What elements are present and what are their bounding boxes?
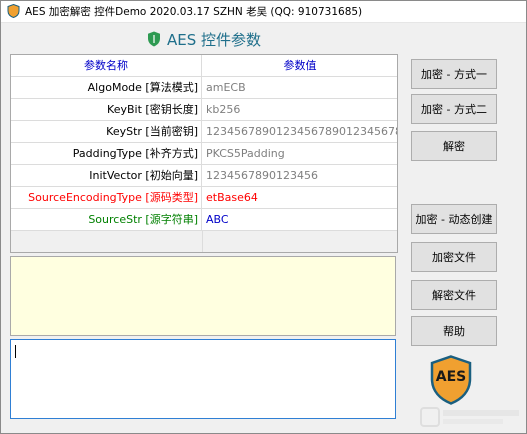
param-value[interactable]: kb256: [203, 99, 397, 120]
param-name: SourceStr [源字符串]: [11, 209, 202, 230]
panel-title: AES 控件参数: [147, 29, 261, 49]
encrypt-mode1-button[interactable]: 加密 - 方式一: [411, 59, 497, 89]
title-bar[interactable]: AES 加密解密 控件Demo 2020.03.17 SZHN 老吴 (QQ: …: [1, 1, 526, 23]
param-name: AlgoMode [算法模式]: [11, 77, 202, 98]
output-memo[interactable]: [10, 256, 396, 336]
help-button[interactable]: 帮助: [411, 316, 497, 346]
decrypt-file-button[interactable]: 解密文件: [411, 280, 497, 310]
grid-header-name: 参数名称: [11, 55, 202, 76]
grid-empty-row: [11, 231, 397, 252]
watermark-logo: [419, 405, 523, 431]
params-grid[interactable]: 参数名称 参数值 AlgoMode [算法模式] amECB KeyBit [密…: [10, 54, 398, 253]
param-value[interactable]: 1234567890123456: [203, 165, 397, 186]
param-value[interactable]: etBase64: [203, 187, 397, 208]
panel-title-text: AES 控件参数: [167, 30, 262, 49]
grid-row[interactable]: PaddingType [补齐方式] PKCS5Padding: [11, 143, 397, 165]
aes-logo-text: AES: [435, 369, 467, 385]
grid-header-row: 参数名称 参数值: [11, 55, 397, 77]
param-value[interactable]: ABC: [203, 209, 397, 230]
param-value[interactable]: amECB: [203, 77, 397, 98]
encrypt-file-button[interactable]: 加密文件: [411, 242, 497, 272]
encrypt-mode2-button[interactable]: 加密 - 方式二: [411, 94, 497, 124]
text-caret: [15, 345, 16, 358]
app-icon: [7, 4, 20, 18]
param-name: InitVector [初始向量]: [11, 165, 202, 186]
aes-logo: AES: [430, 355, 472, 405]
grid-row[interactable]: SourceStr [源字符串] ABC: [11, 209, 397, 231]
param-name: KeyStr [当前密钥]: [11, 121, 202, 142]
grid-row[interactable]: InitVector [初始向量] 1234567890123456: [11, 165, 397, 187]
input-edit[interactable]: [10, 339, 396, 419]
param-name: SourceEncodingType [源码类型]: [11, 187, 202, 208]
shield-icon: [148, 31, 160, 47]
main-window: AES 加密解密 控件Demo 2020.03.17 SZHN 老吴 (QQ: …: [0, 0, 527, 434]
grid-row[interactable]: KeyBit [密钥长度] kb256: [11, 99, 397, 121]
encrypt-dynamic-button[interactable]: 加密 - 动态创建: [411, 204, 497, 234]
grid-empty-cell: [11, 231, 203, 252]
param-name: PaddingType [补齐方式]: [11, 143, 202, 164]
window-title: AES 加密解密 控件Demo 2020.03.17 SZHN 老吴 (QQ: …: [25, 6, 363, 18]
grid-row[interactable]: AlgoMode [算法模式] amECB: [11, 77, 397, 99]
param-value[interactable]: PKCS5Padding: [203, 143, 397, 164]
grid-header-value: 参数值: [283, 59, 317, 72]
param-name: KeyBit [密钥长度]: [11, 99, 202, 120]
param-value[interactable]: 12345678901234567890123456789012: [203, 121, 397, 142]
decrypt-button[interactable]: 解密: [411, 131, 497, 161]
grid-row[interactable]: SourceEncodingType [源码类型] etBase64: [11, 187, 397, 209]
grid-row[interactable]: KeyStr [当前密钥] 12345678901234567890123456…: [11, 121, 397, 143]
